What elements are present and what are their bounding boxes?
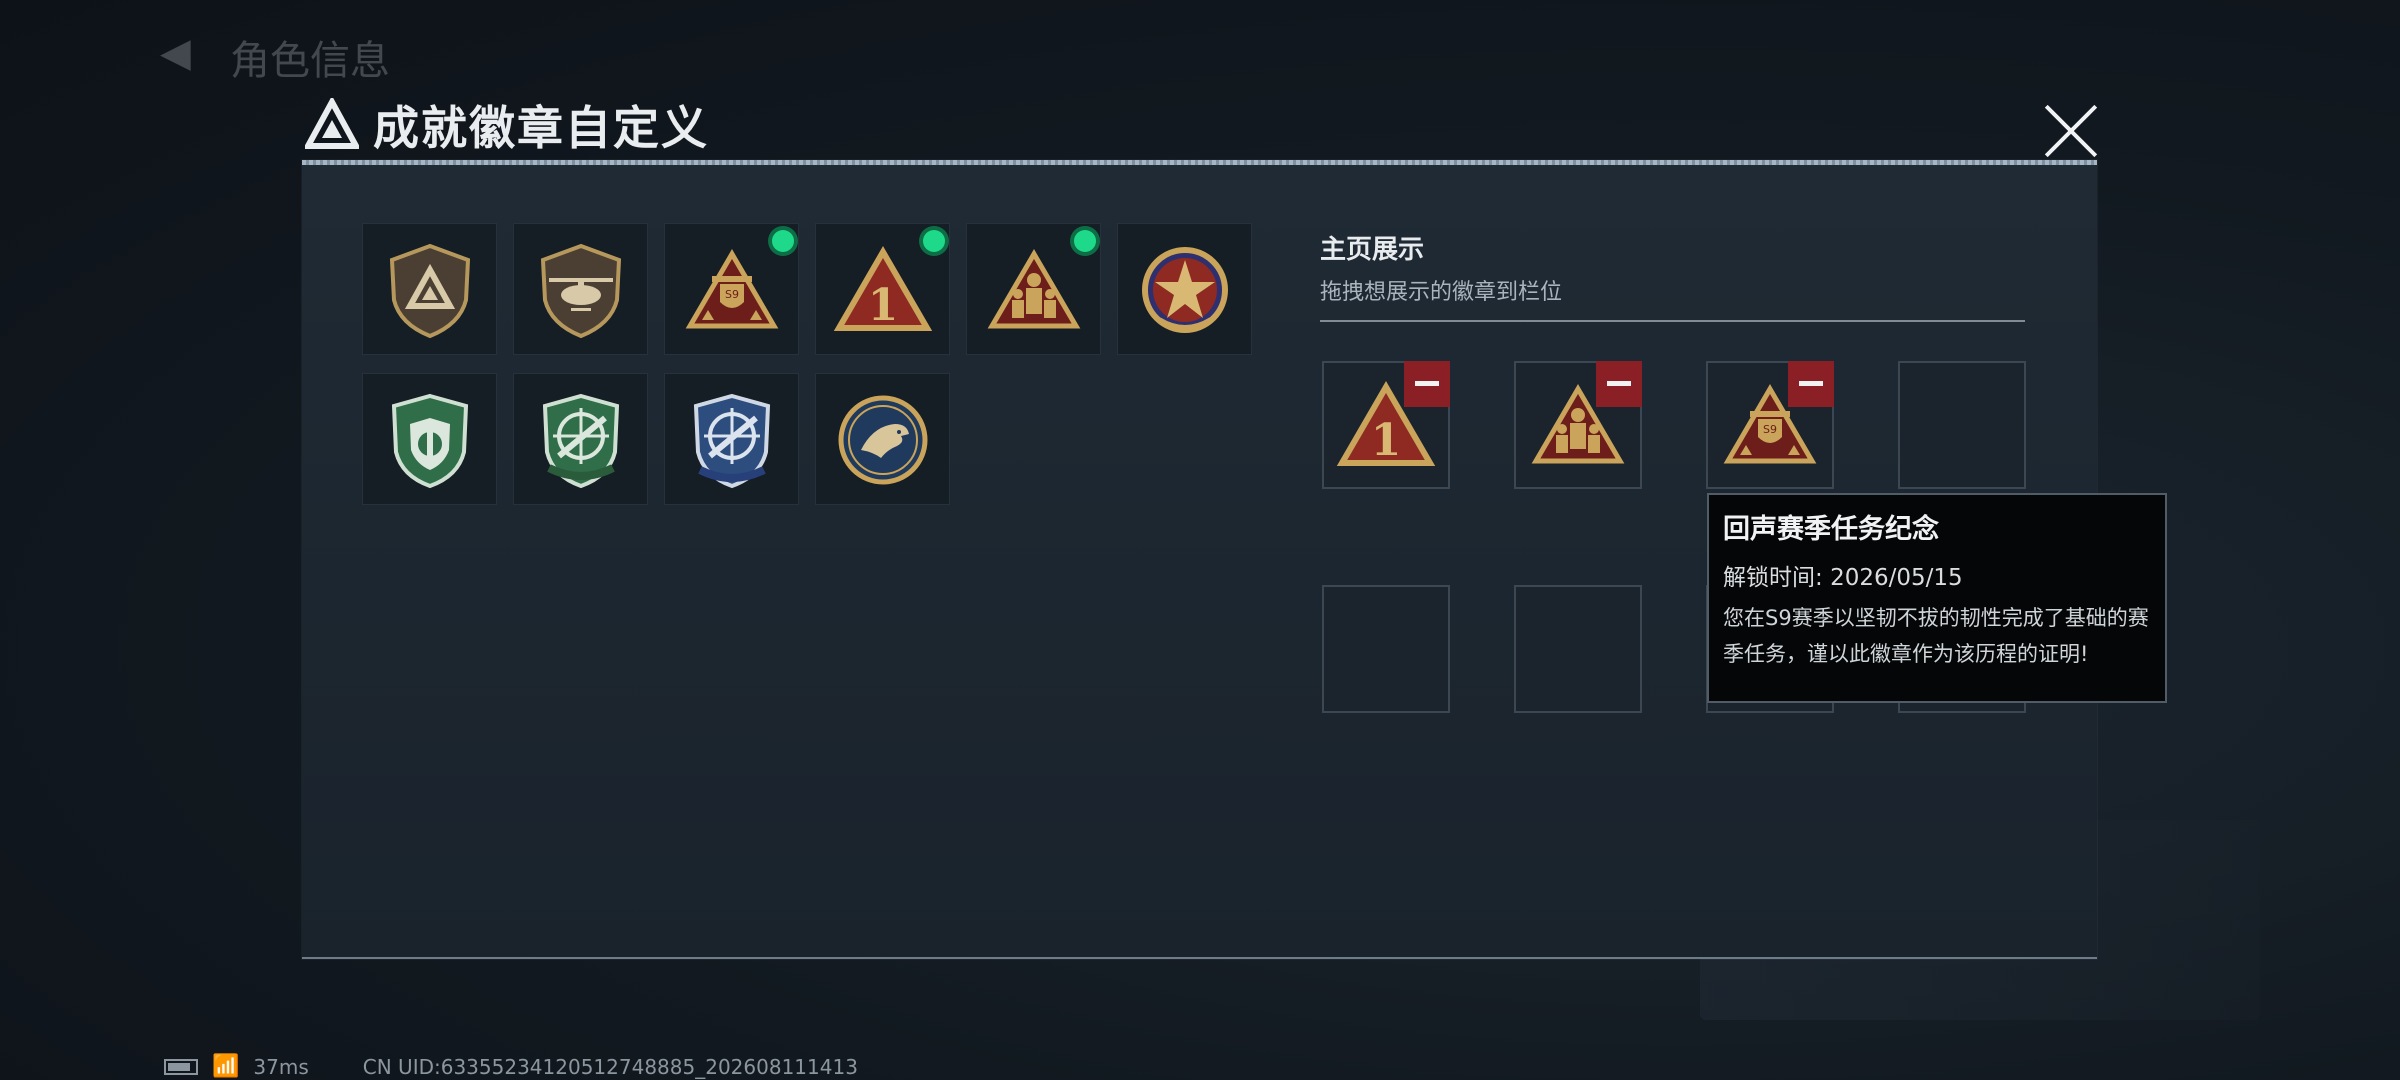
background-title: 角色信息 — [230, 38, 390, 84]
modal-header: 成就徽章自定义 — [305, 92, 709, 158]
svg-text:1: 1 — [1371, 415, 1402, 466]
badge-tile[interactable]: S9 — [664, 223, 799, 355]
battery-icon — [164, 1058, 198, 1075]
divider — [1320, 320, 2025, 322]
showcase-slot-2[interactable] — [1514, 361, 1642, 489]
badge-tile[interactable] — [362, 223, 497, 355]
svg-text:S9: S9 — [1763, 423, 1777, 436]
showcase-slot-4[interactable] — [1898, 361, 2026, 489]
showcase-slot-5[interactable] — [1322, 585, 1450, 713]
eagle-coin-badge-icon — [838, 395, 928, 485]
showcase-slot-6[interactable] — [1514, 585, 1642, 713]
ping-value: 37ms — [253, 1054, 309, 1079]
delta-shield-badge-icon — [389, 243, 471, 339]
close-icon[interactable] — [2040, 100, 2102, 162]
modal-title: 成就徽章自定义 — [373, 101, 709, 155]
tooltip-title: 回声赛季任务纪念 — [1723, 514, 1939, 545]
remove-badge-button[interactable] — [1404, 361, 1450, 407]
badge-tile[interactable] — [1117, 223, 1252, 355]
badge-tooltip: 回声赛季任务纪念 解锁时间: 2026/05/15 您在S9赛季以坚韧不拔的韧性… — [1707, 493, 2167, 703]
remove-badge-button[interactable] — [1596, 361, 1642, 407]
back-arrow-icon: ◀ — [160, 30, 191, 76]
showcase-slot-1[interactable]: 1 — [1322, 361, 1450, 489]
number-one-triangle-badge-icon: 1 — [833, 246, 933, 331]
green-shield-badge-icon — [391, 393, 469, 489]
equipped-indicator — [1074, 230, 1096, 252]
green-crosshair-rifle-badge-icon — [542, 393, 620, 489]
tooltip-unlock-time: 解锁时间: 2026/05/15 — [1723, 558, 2151, 592]
tooltip-description: 您在S9赛季以坚韧不拔的韧性完成了基础的赛季任务，谨以此徽章作为该历程的证明! — [1723, 606, 2149, 666]
status-bar: 📶 37ms CN UID:6335523412051274888​5_2026… — [164, 1054, 858, 1079]
equipped-indicator — [772, 230, 794, 252]
svg-text:S9: S9 — [725, 288, 739, 301]
equipped-indicator — [923, 230, 945, 252]
soldiers-triangle-badge-icon — [987, 249, 1081, 329]
remove-badge-button[interactable] — [1788, 361, 1834, 407]
unlock-label: 解锁时间: — [1723, 565, 1823, 591]
badge-tile[interactable] — [664, 373, 799, 505]
badge-tile[interactable] — [513, 223, 648, 355]
blue-crosshair-rifle-badge-icon — [693, 393, 771, 489]
helicopter-shield-badge-icon — [540, 243, 622, 339]
showcase-instruction: 拖拽想展示的徽章到栏位 — [1320, 280, 1563, 305]
delta-logo-icon — [305, 98, 359, 149]
wifi-icon: 📶 — [212, 1054, 240, 1079]
badge-tile[interactable] — [513, 373, 648, 505]
badge-tile[interactable] — [362, 373, 497, 505]
unlock-date: 2026/05/15 — [1830, 565, 1963, 591]
badge-tile[interactable] — [966, 223, 1101, 355]
star-medallion-badge-icon — [1142, 247, 1228, 333]
showcase-header: 主页展示 拖拽想展示的徽章到栏位 — [1320, 229, 2025, 322]
badge-tile[interactable]: 1 — [815, 223, 950, 355]
s9-season-triangle-badge-icon: S9 — [685, 249, 779, 329]
showcase-heading: 主页展示 — [1320, 235, 1425, 265]
user-uid: CN UID:6335523412051274888​5_20260811141… — [362, 1054, 858, 1079]
svg-text:1: 1 — [868, 280, 899, 331]
showcase-slot-3[interactable]: S9 — [1706, 361, 1834, 489]
badge-tile[interactable] — [815, 373, 950, 505]
